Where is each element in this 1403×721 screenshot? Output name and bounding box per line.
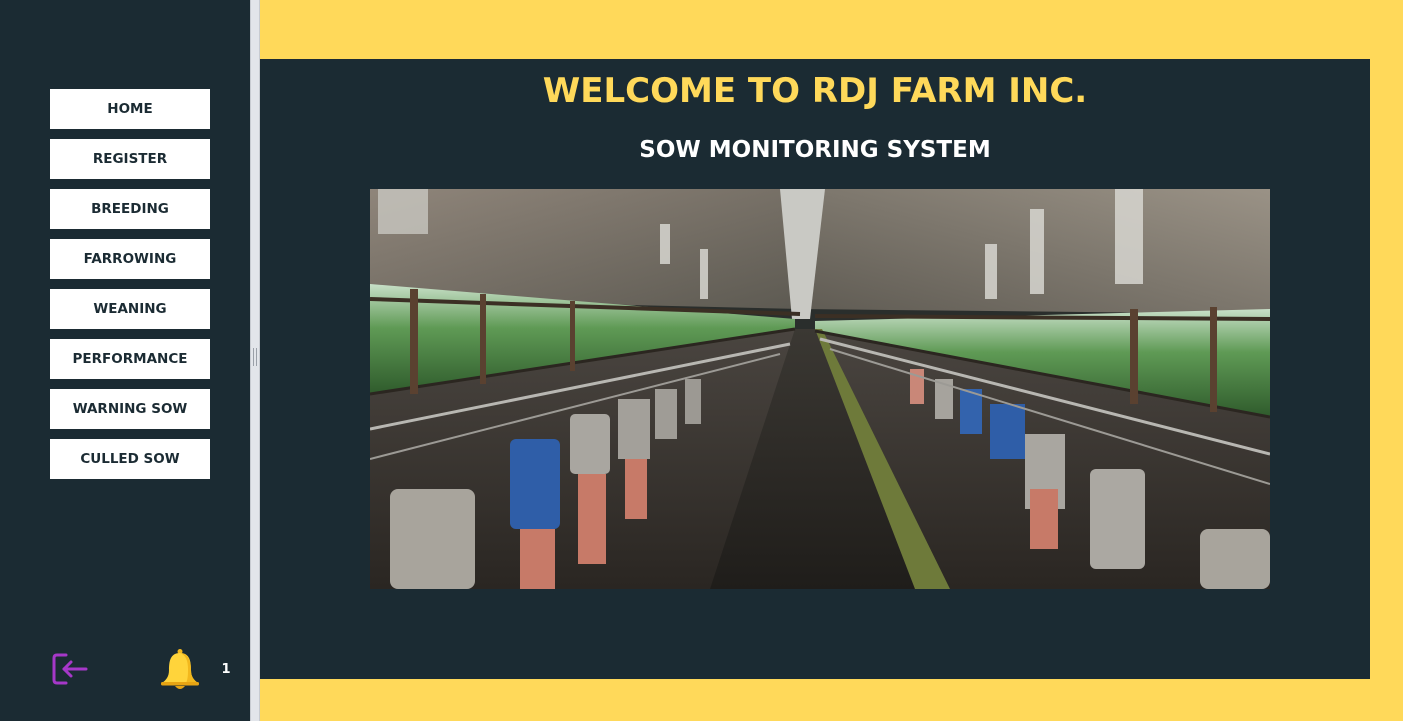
barn-photo-illustration [370,189,1270,589]
welcome-title: WELCOME TO RDJ FARM INC. [542,71,1088,111]
barn-photo [370,189,1270,589]
nav-farrowing-button[interactable]: FARROWING [50,239,210,279]
sidebar: HOME REGISTER BREEDING FARROWING WEANING… [0,0,250,721]
splitter-grip-icon[interactable] [253,348,257,366]
nav-warning-sow-button[interactable]: WARNING SOW [50,389,210,429]
logout-button[interactable] [50,649,90,689]
logout-icon [52,653,88,685]
notification-count-badge: 1 [221,662,231,677]
nav-culled-sow-button[interactable]: CULLED SOW [50,439,210,479]
nav-weaning-button[interactable]: WEANING [50,289,210,329]
bell-icon [161,649,199,689]
panel-splitter[interactable] [250,0,260,721]
main-panel: WELCOME TO RDJ FARM INC. SOW MONITORING … [260,59,1370,679]
notifications-button[interactable] [158,647,202,691]
nav-register-button[interactable]: REGISTER [50,139,210,179]
system-subtitle: SOW MONITORING SYSTEM [639,137,991,163]
nav-performance-button[interactable]: PERFORMANCE [50,339,210,379]
nav-breeding-button[interactable]: BREEDING [50,189,210,229]
nav-home-button[interactable]: HOME [50,89,210,129]
